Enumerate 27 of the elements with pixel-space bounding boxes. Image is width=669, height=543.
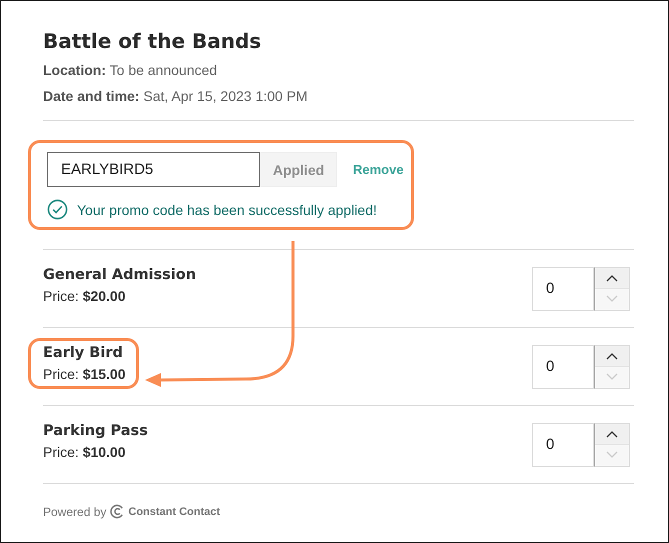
caret-up-icon: [606, 430, 618, 438]
powered-by-label: Powered by: [43, 504, 106, 518]
increment-button[interactable]: [595, 424, 629, 444]
caret-down-icon: [606, 373, 618, 382]
increment-button[interactable]: [595, 346, 629, 366]
check-circle-icon: [47, 199, 68, 220]
event-detail: Location: To be announced: [43, 62, 218, 78]
increment-button[interactable]: [595, 268, 629, 288]
brand-name: Constant Contact: [128, 506, 220, 518]
caret-up-icon: [606, 274, 618, 282]
ticket-name: Early Bird: [43, 345, 124, 361]
ticket-price: Price: $20.00: [43, 288, 127, 304]
ticket-price: Price: $15.00: [43, 366, 126, 382]
caret-up-icon: [606, 352, 618, 360]
event-title: Battle of the Bands: [43, 29, 262, 53]
quantity-field[interactable]: 0: [532, 266, 594, 310]
quantity-field[interactable]: 0: [532, 422, 594, 466]
ticket-name: Parking Pass: [43, 423, 148, 439]
ticket-name: General Admission: [43, 267, 196, 283]
caret-down-icon: [606, 295, 618, 304]
ticket-price: Price: $10.00: [43, 444, 127, 460]
success-message: Your promo code has been successfully applied!: [77, 202, 377, 218]
event-detail: Date and time: Sat, Apr 15, 2023 1:00 PM: [43, 88, 309, 104]
caret-down-icon: [606, 451, 618, 460]
quantity-field[interactable]: 0: [532, 344, 594, 388]
promo-code-field[interactable]: EARLYBIRD5: [47, 152, 260, 187]
logo-icon: [110, 504, 126, 519]
